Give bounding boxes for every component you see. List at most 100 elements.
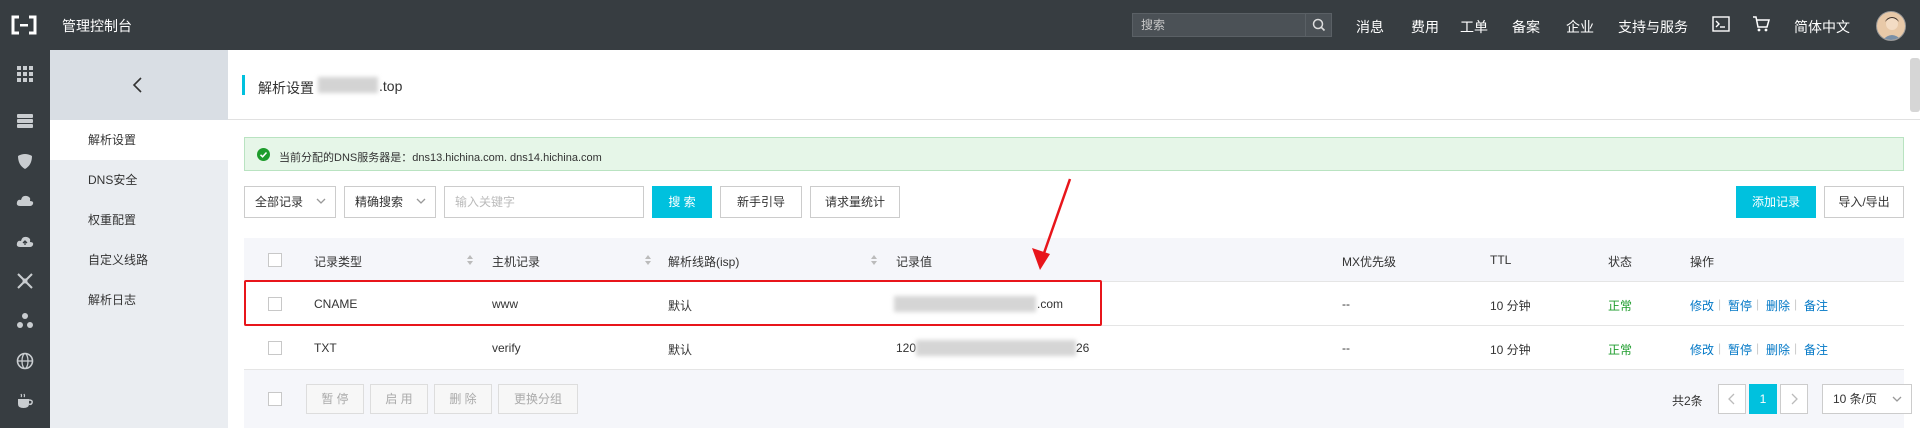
header-record-type[interactable]: 记录类型 bbox=[314, 253, 362, 270]
cluster-icon[interactable] bbox=[16, 312, 34, 330]
nav-icp[interactable]: 备案 bbox=[1512, 17, 1540, 37]
subnav-item-resolve-log[interactable]: 解析日志 bbox=[50, 280, 228, 320]
remark-link[interactable]: 备注 bbox=[1804, 341, 1828, 358]
subnav-item-custom-lines[interactable]: 自定义线路 bbox=[50, 240, 228, 280]
chevron-down-icon bbox=[316, 198, 326, 204]
chevron-down-icon bbox=[1892, 396, 1902, 402]
remark-link[interactable]: 备注 bbox=[1804, 297, 1828, 314]
avatar[interactable] bbox=[1876, 11, 1906, 41]
search-mode-select[interactable]: 精确搜索 bbox=[344, 186, 436, 218]
delete-link[interactable]: 删除 bbox=[1766, 297, 1790, 314]
page-size-value: 10 条/页 bbox=[1833, 392, 1878, 406]
subnav-item-dns-security[interactable]: DNS安全 bbox=[50, 160, 228, 200]
terminal-icon[interactable] bbox=[1712, 16, 1730, 32]
network-icon[interactable] bbox=[16, 272, 34, 290]
grid-icon[interactable] bbox=[16, 65, 34, 83]
table-footer: 暂 停 启 用 删 除 更换分组 共2条 1 10 条/页 bbox=[244, 370, 1912, 428]
global-search[interactable] bbox=[1132, 13, 1332, 37]
record-value-suffix: 26 bbox=[1076, 341, 1090, 355]
separator: | bbox=[1718, 297, 1722, 311]
total-count: 共2条 bbox=[1672, 394, 1703, 408]
prev-page-button[interactable] bbox=[1718, 384, 1746, 414]
nav-support[interactable]: 支持与服务 bbox=[1618, 17, 1688, 37]
nav-messages[interactable]: 消息 bbox=[1356, 17, 1384, 37]
separator: | bbox=[1794, 341, 1798, 355]
record-value-prefix: 120 bbox=[896, 341, 917, 355]
record-mx: -- bbox=[1342, 297, 1350, 311]
redacted-domain bbox=[318, 77, 378, 93]
page-size-select[interactable]: 10 条/页 bbox=[1822, 384, 1912, 414]
header-status: 状态 bbox=[1608, 255, 1633, 269]
keyword-input[interactable] bbox=[444, 186, 644, 218]
cloud-upload-icon[interactable] bbox=[16, 232, 34, 250]
cart-icon[interactable] bbox=[1752, 15, 1770, 33]
nav-enterprise[interactable]: 企业 bbox=[1566, 17, 1594, 37]
edit-link[interactable]: 修改 bbox=[1690, 297, 1714, 314]
next-page-button[interactable] bbox=[1780, 384, 1808, 414]
table-header: 记录类型 主机记录 解析线路(isp) 记录值 MX优先级 TTL 状态 操作 bbox=[244, 238, 1904, 282]
globe-icon[interactable] bbox=[16, 352, 34, 370]
product-rail bbox=[0, 50, 50, 428]
import-export-button[interactable]: 导入/导出 bbox=[1824, 186, 1904, 218]
sort-icon[interactable] bbox=[870, 254, 878, 266]
shield-icon[interactable] bbox=[16, 152, 34, 170]
subnav-item-weight-config[interactable]: 权重配置 bbox=[50, 200, 228, 240]
language-switch[interactable]: 简体中文 bbox=[1794, 17, 1850, 37]
separator: | bbox=[1794, 297, 1798, 311]
record-line: 默认 bbox=[668, 343, 693, 357]
sort-icon[interactable] bbox=[644, 254, 652, 266]
delete-link[interactable]: 删除 bbox=[1766, 341, 1790, 358]
title-accent-bar bbox=[242, 75, 245, 95]
change-group-button[interactable]: 更换分组 bbox=[498, 384, 578, 414]
header-host[interactable]: 主机记录 bbox=[492, 253, 540, 270]
header-value: 记录值 bbox=[896, 255, 933, 269]
back-button[interactable] bbox=[50, 50, 228, 120]
header-mx: MX优先级 bbox=[1342, 255, 1397, 269]
bulk-delete-button[interactable]: 删 除 bbox=[434, 384, 492, 414]
chevron-left-icon bbox=[1728, 393, 1735, 405]
separator: | bbox=[1756, 341, 1760, 355]
dns-server-notice: 当前分配的DNS服务器是：dns13.hichina.com. dns14.hi… bbox=[244, 137, 1904, 171]
nav-billing[interactable]: 费用 bbox=[1411, 17, 1439, 37]
aliyun-logo-icon[interactable] bbox=[10, 14, 38, 36]
main-content: 解析设置 .top 当前分配的DNS服务器是：dns13.hichina.com… bbox=[228, 50, 1920, 428]
cloud-icon[interactable] bbox=[16, 192, 34, 210]
cup-icon[interactable] bbox=[16, 392, 34, 410]
row-checkbox[interactable] bbox=[268, 341, 282, 355]
console-title[interactable]: 管理控制台 bbox=[62, 16, 132, 36]
arrow-annotation-icon bbox=[1032, 178, 1072, 270]
record-type: TXT bbox=[314, 341, 337, 355]
pause-link[interactable]: 暂停 bbox=[1728, 341, 1752, 358]
page-number[interactable]: 1 bbox=[1749, 384, 1777, 414]
record-ttl: 10 分钟 bbox=[1490, 343, 1531, 357]
edit-link[interactable]: 修改 bbox=[1690, 341, 1714, 358]
record-mx: -- bbox=[1342, 341, 1350, 355]
footer-select-all-checkbox[interactable] bbox=[268, 392, 282, 406]
bulk-enable-button[interactable]: 启 用 bbox=[370, 384, 428, 414]
select-all-checkbox[interactable] bbox=[268, 253, 282, 267]
bulk-pause-button[interactable]: 暂 停 bbox=[306, 384, 364, 414]
check-circle-icon bbox=[257, 148, 270, 161]
header-line[interactable]: 解析线路(isp) bbox=[668, 253, 739, 270]
nav-tickets[interactable]: 工单 bbox=[1460, 17, 1488, 37]
record-filter-select[interactable]: 全部记录 bbox=[244, 186, 336, 218]
scrollbar-handle[interactable] bbox=[1910, 58, 1920, 112]
dns-subnav: 解析设置 DNS安全 权重配置 自定义线路 解析日志 bbox=[50, 50, 228, 428]
search-icon[interactable] bbox=[1305, 14, 1331, 36]
status-badge: 正常 bbox=[1608, 343, 1633, 357]
search-button[interactable]: 搜 索 bbox=[652, 186, 712, 218]
global-search-input[interactable] bbox=[1133, 14, 1305, 36]
separator: | bbox=[1718, 341, 1722, 355]
chevron-left-icon bbox=[132, 77, 142, 93]
subnav-item-resolve-settings[interactable]: 解析设置 bbox=[50, 120, 228, 160]
header-ttl: TTL bbox=[1490, 253, 1512, 267]
add-record-button[interactable]: 添加记录 bbox=[1736, 186, 1816, 218]
pause-link[interactable]: 暂停 bbox=[1728, 297, 1752, 314]
redacted-value bbox=[916, 340, 1076, 356]
sort-icon[interactable] bbox=[466, 254, 474, 266]
server-icon[interactable] bbox=[16, 112, 34, 130]
request-stats-button[interactable]: 请求量统计 bbox=[810, 186, 900, 218]
record-filter-value: 全部记录 bbox=[255, 195, 304, 209]
page-title: 解析设置 bbox=[258, 80, 314, 96]
guide-button[interactable]: 新手引导 bbox=[720, 186, 802, 218]
